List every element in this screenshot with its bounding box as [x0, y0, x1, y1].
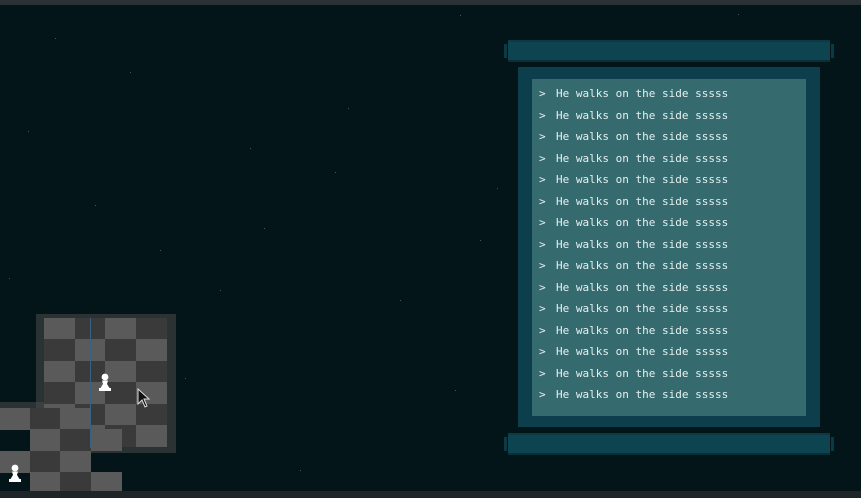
log-entry: > He walks on the side sssss: [539, 212, 728, 234]
log-entry: > He walks on the side sssss: [539, 320, 728, 342]
chevron-right-icon: >: [539, 259, 546, 272]
board-square[interactable]: [135, 339, 167, 362]
board-square[interactable]: [44, 318, 75, 340]
scroll-rod-top: [504, 40, 834, 62]
chevron-right-icon: >: [539, 388, 546, 401]
chevron-right-icon: >: [539, 130, 546, 143]
chevron-right-icon: >: [539, 323, 546, 337]
log-entry-text: He walks on the side sssss: [556, 302, 729, 315]
log-entry-text: He walks on the side sssss: [556, 280, 729, 294]
log-entry-text: He walks on the side sssss: [556, 388, 729, 401]
board-square[interactable]: [105, 339, 136, 362]
log-entry-text: He walks on the side sssss: [556, 151, 729, 165]
board-square[interactable]: [0, 408, 30, 430]
mouse-cursor-icon: [137, 388, 151, 408]
log-entry-text: He walks on the side sssss: [556, 87, 729, 100]
log-entry: > He walks on the side sssss: [539, 298, 728, 320]
board-square[interactable]: [60, 429, 91, 452]
log-entry: > He walks on the side sssss: [539, 105, 728, 127]
board-square[interactable]: [44, 339, 75, 362]
chevron-right-icon: >: [539, 194, 546, 208]
log-entry: > He walks on the side sssss: [539, 234, 728, 256]
chevron-right-icon: >: [539, 366, 546, 380]
board-square[interactable]: [105, 403, 136, 426]
board-square[interactable]: [29, 429, 61, 452]
chevron-right-icon: >: [539, 108, 546, 122]
board-square[interactable]: [60, 408, 91, 430]
chevron-right-icon: >: [539, 87, 546, 100]
log-entry: > He walks on the side sssss: [539, 363, 728, 385]
chevron-right-icon: >: [539, 173, 546, 186]
chevron-right-icon: >: [539, 151, 546, 165]
chevron-right-icon: >: [539, 302, 546, 315]
log-entry-text: He walks on the side sssss: [556, 237, 729, 251]
white-pawn-2-icon[interactable]: [5, 463, 25, 483]
log-entry-text: He walks on the side sssss: [556, 108, 729, 122]
chevron-right-icon: >: [539, 280, 546, 294]
bottom-bar: [0, 491, 861, 498]
chevron-right-icon: >: [539, 345, 546, 358]
log-entry: > He walks on the side sssss: [539, 277, 728, 299]
log-entry: > He walks on the side sssss: [539, 83, 728, 105]
log-entry-text: He walks on the side sssss: [556, 259, 729, 272]
move-log[interactable]: > He walks on the side sssss > He walks on …: [539, 83, 728, 406]
log-entry-text: He walks on the side sssss: [556, 366, 729, 380]
log-entry: > He walks on the side sssss: [539, 169, 728, 191]
chevron-right-icon: >: [539, 216, 546, 229]
board-square[interactable]: [44, 382, 75, 405]
board-square[interactable]: [29, 408, 61, 430]
log-entry: > He walks on the side sssss: [539, 148, 728, 170]
board-square[interactable]: [60, 450, 91, 473]
white-pawn-1-icon[interactable]: [95, 372, 115, 392]
log-entry: > He walks on the side sssss: [539, 255, 728, 277]
board-seam: [90, 318, 91, 448]
log-entry: > He walks on the side sssss: [539, 384, 728, 406]
board-square[interactable]: [105, 318, 136, 340]
board-square[interactable]: [135, 360, 167, 383]
board-square[interactable]: [90, 429, 122, 452]
log-entry-text: He walks on the side sssss: [556, 345, 729, 358]
log-entry-text: He walks on the side sssss: [556, 194, 729, 208]
log-entry: > He walks on the side sssss: [539, 341, 728, 363]
log-entry-text: He walks on the side sssss: [556, 323, 729, 337]
log-entry-text: He walks on the side sssss: [556, 216, 729, 229]
log-entry: > He walks on the side sssss: [539, 191, 728, 213]
log-entry-text: He walks on the side sssss: [556, 130, 729, 143]
board-square[interactable]: [44, 360, 75, 383]
log-entry: > He walks on the side sssss: [539, 126, 728, 148]
log-entry-text: He walks on the side sssss: [556, 173, 729, 186]
scroll-rod-bottom: [504, 433, 834, 455]
board-square[interactable]: [29, 450, 61, 473]
chevron-right-icon: >: [539, 237, 546, 251]
board-square[interactable]: [135, 318, 167, 340]
board-square[interactable]: [135, 425, 167, 447]
